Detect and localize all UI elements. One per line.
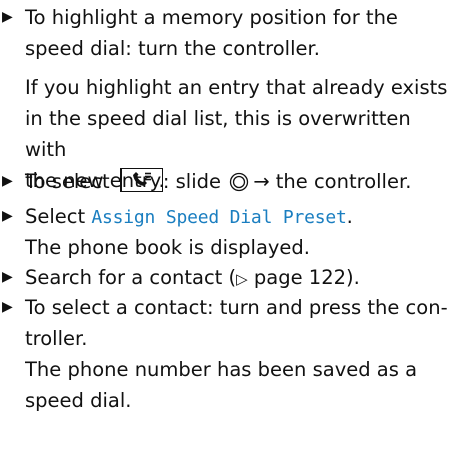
step-text: To highlight a memory position for the [25,6,398,29]
step-text: : slide [162,170,222,193]
result-note: The phone book is displayed. [25,232,452,263]
bullet-icon: ▶ [2,299,13,315]
step-text: To select a contact: turn and press the … [25,296,448,319]
note-text: in the speed dial list, this is overwrit… [25,107,411,161]
step-text: speed dial: turn the controller. [25,37,320,60]
bullet-icon: ▶ [2,9,13,25]
step-text: troller. [25,327,88,350]
controller-icon [229,170,253,201]
note-text: speed dial. [25,389,132,412]
note-text: The phone book is displayed. [25,236,311,259]
step-text: the controller. [275,170,412,193]
phone-book-icon [119,168,163,192]
result-note: The phone number has been saved as a spe… [25,354,452,471]
note-text: The phone number has been saved as a [25,358,418,381]
step-text: Select [25,205,86,228]
page-reference: page 122). [253,266,360,289]
arrow-icon: → [253,170,270,193]
manual-page: ▶ To highlight a memory position for the… [0,0,460,412]
bullet-icon: ▶ [2,208,13,224]
step-text: To select [25,170,110,193]
pointer-icon: ▷ [236,270,248,288]
step-text: . [346,205,353,228]
bullet-icon: ▶ [2,269,13,285]
note-text: If you highlight an entry that already e… [25,76,448,99]
step-text: Search for a contact ( [25,266,237,289]
menu-item-label: Assign Speed Dial Preset [91,207,347,228]
bullet-icon: ▶ [2,173,13,189]
